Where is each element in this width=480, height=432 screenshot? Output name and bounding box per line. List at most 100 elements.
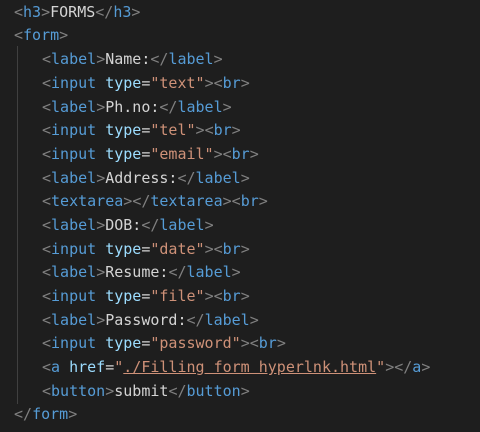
bracket: < — [249, 334, 259, 352]
bracket: </ — [150, 50, 169, 68]
tag-name: label — [51, 98, 97, 116]
bracket: > — [385, 358, 395, 376]
bracket: < — [231, 192, 241, 210]
text-content: DOB: — [105, 216, 142, 234]
code-line-15[interactable]: <input type="password"><br> — [0, 331, 286, 355]
code-line-13[interactable]: <input type="file"><br> — [0, 284, 250, 308]
code-line-16[interactable]: <a href="./Filling form hyperlnk.html"><… — [0, 355, 430, 379]
code-line-17[interactable]: <button>submit</button> — [0, 379, 250, 403]
code-line-14[interactable]: <label>Password:</label> — [0, 308, 259, 332]
bracket: < — [42, 334, 52, 352]
bracket: > — [249, 145, 259, 163]
code-line-2[interactable]: <form> — [0, 23, 68, 47]
bracket: < — [42, 121, 52, 139]
bracket: > — [240, 74, 250, 92]
bracket: > — [204, 240, 214, 258]
bracket: < — [42, 287, 52, 305]
bracket: < — [42, 169, 52, 187]
bracket: > — [195, 121, 205, 139]
string-value: "file" — [150, 287, 205, 305]
tag-name: br — [213, 121, 232, 139]
tag-name: a — [51, 358, 61, 376]
code-line-18[interactable]: </form> — [0, 402, 77, 426]
bracket: < — [42, 240, 52, 258]
tag-name: input — [51, 240, 97, 258]
string-value: "date" — [150, 240, 205, 258]
bracket: > — [96, 169, 106, 187]
bracket: > — [249, 311, 259, 329]
bracket: < — [42, 192, 52, 210]
bracket: </ — [159, 98, 178, 116]
bracket: < — [42, 145, 52, 163]
tag-name: input — [51, 287, 97, 305]
bracket: > — [222, 98, 232, 116]
tag-name: input — [51, 74, 97, 92]
code-line-9[interactable]: <textarea></textarea><br> — [0, 189, 268, 213]
tag-name: br — [231, 145, 250, 163]
string-value: "text" — [150, 74, 205, 92]
tag-name: label — [159, 216, 205, 234]
bracket: </ — [394, 358, 413, 376]
text-content: Name: — [105, 50, 151, 68]
tag-name: label — [51, 169, 97, 187]
bracket: > — [421, 358, 431, 376]
code-line-10[interactable]: <label>DOB:</label> — [0, 213, 214, 237]
tag-name: label — [168, 50, 214, 68]
bracket: > — [240, 382, 250, 400]
attribute-name: type — [105, 145, 142, 163]
string-value-link: ./Filling form hyperlnk.html — [123, 358, 377, 376]
tag-name: label — [51, 311, 97, 329]
text-content: Resume: — [105, 263, 169, 281]
bracket: < — [42, 50, 52, 68]
tag-name: form — [23, 26, 60, 44]
tag-name: br — [222, 240, 241, 258]
operator — [96, 121, 105, 139]
bracket: < — [42, 74, 52, 92]
bracket: < — [213, 74, 223, 92]
code-line-12[interactable]: <label>Resume:</label> — [0, 260, 241, 284]
bracket: < — [42, 311, 52, 329]
tag-name: label — [204, 311, 250, 329]
string-value: " — [376, 358, 386, 376]
string-value: "password" — [150, 334, 241, 352]
bracket: </ — [186, 311, 205, 329]
code-editor[interactable]: <h3>FORMS</h3> <form> <label>Name:</labe… — [0, 0, 480, 432]
tag-name: label — [186, 263, 232, 281]
bracket: < — [213, 287, 223, 305]
bracket: </ — [177, 169, 196, 187]
bracket: > — [41, 3, 51, 21]
attribute-name: type — [105, 287, 142, 305]
tag-name: label — [51, 216, 97, 234]
code-line-6[interactable]: <input type="tel"><br> — [0, 118, 241, 142]
bracket: < — [204, 121, 214, 139]
operator: = — [105, 358, 115, 376]
bracket: < — [14, 26, 24, 44]
bracket: > — [123, 192, 133, 210]
string-value: "tel" — [150, 121, 196, 139]
text-content: Password: — [105, 311, 187, 329]
operator — [96, 287, 105, 305]
bracket: > — [96, 50, 106, 68]
tag-name: button — [186, 382, 241, 400]
bracket: > — [204, 216, 214, 234]
bracket: > — [96, 216, 106, 234]
code-line-11[interactable]: <input type="date"><br> — [0, 237, 250, 261]
tag-name: br — [222, 287, 241, 305]
code-line-1[interactable]: <h3>FORMS</h3> — [0, 0, 140, 24]
bracket: > — [96, 98, 106, 116]
code-line-4[interactable]: <input type="text"><br> — [0, 71, 250, 95]
code-line-8[interactable]: <label>Address:</label> — [0, 166, 250, 190]
code-line-7[interactable]: <input type="email"><br> — [0, 142, 259, 166]
bracket: </ — [95, 3, 114, 21]
bracket: < — [42, 98, 52, 116]
text-content: Address: — [105, 169, 178, 187]
bracket: < — [14, 3, 24, 21]
operator — [96, 240, 105, 258]
bracket: > — [213, 50, 223, 68]
attribute-name: type — [105, 74, 142, 92]
code-line-3[interactable]: <label>Name:</label> — [0, 47, 223, 71]
operator — [96, 74, 105, 92]
bracket: > — [68, 405, 78, 423]
code-line-5[interactable]: <label>Ph.no:</label> — [0, 95, 232, 119]
tag-name: textarea — [51, 192, 124, 210]
